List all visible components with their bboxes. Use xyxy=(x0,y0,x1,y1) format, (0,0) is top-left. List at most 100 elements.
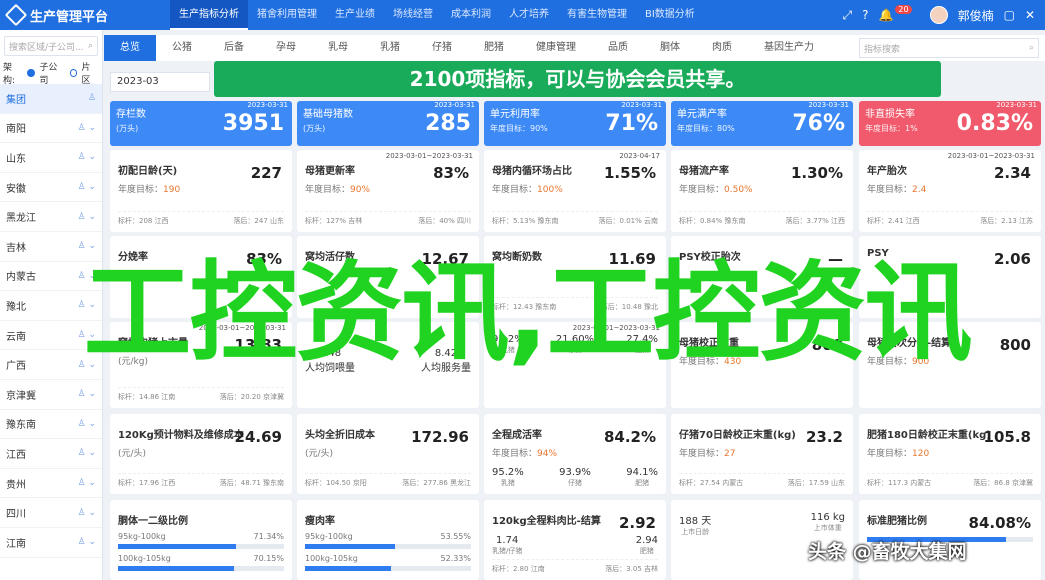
user-chevron-icon[interactable]: ♙ ⌄ xyxy=(78,212,96,222)
user-chevron-icon[interactable]: ♙ ⌄ xyxy=(78,537,96,547)
expand-icon[interactable]: ⤢ xyxy=(842,8,852,23)
lagging-text: 落后：3.77% 江西 xyxy=(785,217,845,225)
kpi-card[interactable]: 2023-03-31 基础母猪数 (万头) 285 xyxy=(297,101,479,146)
user-name[interactable]: 郭俊楠 xyxy=(958,7,994,24)
radio-region[interactable] xyxy=(69,69,78,77)
avatar[interactable] xyxy=(929,6,948,24)
indicator-card[interactable]: 2023-03-01~2023-03-31 母猪更新率 83% 年度目标：90% 标杆：… xyxy=(297,150,479,232)
bell-icon[interactable]: 🔔 xyxy=(878,8,893,22)
user-chevron-icon[interactable]: ♙ ⌄ xyxy=(78,478,96,488)
nav-item-performance[interactable]: 生产业绩 xyxy=(326,0,384,30)
user-chevron-icon[interactable]: ♙ ⌄ xyxy=(78,389,96,399)
card-value: 172.96 xyxy=(411,428,469,446)
tab-item[interactable]: 健康管理 xyxy=(520,35,592,61)
user-chevron-icon[interactable]: ♙ ⌄ xyxy=(78,508,96,518)
sidebar-item[interactable]: 黑龙江 ♙ ⌄ xyxy=(0,202,102,232)
sidebar-item-label: 四川 xyxy=(6,509,26,521)
tab-item[interactable]: 基因生产力 xyxy=(748,35,830,61)
date-picker[interactable]: 2023-03 xyxy=(110,72,210,92)
indicator-card[interactable]: 分娩率 83% xyxy=(110,236,292,318)
user-chevron-icon[interactable]: ♙ ⌄ xyxy=(78,330,96,340)
sidebar-item[interactable]: 京津冀 ♙ ⌄ xyxy=(0,380,102,410)
kpi-card[interactable]: 2023-03-31 单元利用率 年度目标：90% 71% xyxy=(484,101,666,146)
user-chevron-icon[interactable]: ♙ ⌄ xyxy=(78,182,96,192)
sidebar-item[interactable]: 豫北 ♙ ⌄ xyxy=(0,291,102,321)
sidebar-item-label: 吉林 xyxy=(6,242,26,254)
user-chevron-icon[interactable]: ♙ ⌄ xyxy=(78,300,96,310)
indicator-card[interactable]: 母猪校正末重 800 年度目标：430 xyxy=(671,322,853,408)
indicator-card[interactable]: 母猪胎次分布-结算 800 年度目标：900 xyxy=(859,322,1041,408)
sidebar-item[interactable]: 四川 ♙ ⌄ xyxy=(0,498,102,528)
nav-item-bi[interactable]: BI数据分析 xyxy=(636,0,704,30)
kpi-card[interactable]: 2023-03-31 单元满产率 年度目标：80% 76% xyxy=(671,101,853,146)
indicator-card[interactable]: 8.48 人均饲喂量 8.42 人均服务量 xyxy=(297,322,479,408)
tab-item[interactable]: 仔猪 xyxy=(416,35,468,61)
indicator-card[interactable]: 胴体一二级比例 95kg-100kg 71.34% 100kg-105kg 70.15% xyxy=(110,500,292,580)
sidebar-item[interactable]: 吉林 ♙ ⌄ xyxy=(0,232,102,262)
kpi-card[interactable]: 2023-03-31 存栏数 (万头) 3951 xyxy=(110,101,292,146)
indicator-card[interactable]: 母猪流产率 1.30% 年度目标：0.50% 标杆：0.84% 豫东南 落后：3.77%… xyxy=(671,150,853,232)
sidebar-item[interactable]: 南阳 ♙ ⌄ xyxy=(0,114,102,144)
user-chevron-icon[interactable]: ♙ ⌄ xyxy=(78,448,96,458)
user-chevron-icon[interactable]: ♙ ⌄ xyxy=(78,419,96,429)
indicator-card[interactable]: PSY校正胎次 — xyxy=(671,236,853,318)
window-icon[interactable]: ▢ xyxy=(1004,8,1015,22)
app-brand[interactable]: 生产管理平台 xyxy=(0,3,170,27)
sidebar-item[interactable]: 江南 ♙ ⌄ xyxy=(0,528,102,558)
nav-item-barn[interactable]: 猪舍利用管理 xyxy=(248,0,326,30)
indicator-card[interactable]: 仔猪70日龄校正末重(kg) 23.2 年度目标：27 标杆：27.54 内蒙古 落后：… xyxy=(671,414,853,494)
indicator-card[interactable]: 窝均断奶数 11.69 标杆：12.43 豫东南 落后：10.48 豫北 xyxy=(484,236,666,318)
tab-item[interactable]: 总览 xyxy=(104,35,156,61)
nav-item-cost[interactable]: 成本利润 xyxy=(442,0,500,30)
indicator-card[interactable]: 窝均活仔数 12.67 xyxy=(297,236,479,318)
indicator-card[interactable]: 初配日龄(天) 227 年度目标：190 标杆：208 江西 落后：247 山东 xyxy=(110,150,292,232)
tab-item[interactable]: 公猪 xyxy=(156,35,208,61)
sidebar-item[interactable]: 云南 ♙ ⌄ xyxy=(0,321,102,351)
sidebar-item[interactable]: 安徽 ♙ ⌄ xyxy=(0,173,102,203)
close-icon[interactable]: ✕ xyxy=(1025,8,1035,22)
help-icon[interactable]: ? xyxy=(862,8,868,22)
tab-item[interactable]: 乳母 xyxy=(312,35,364,61)
indicator-card[interactable]: 2023-04-17 母猪内循环场占比 1.55% 年度目标：100% 标杆：5.13%… xyxy=(484,150,666,232)
sidebar-item[interactable]: 山东 ♙ ⌄ xyxy=(0,143,102,173)
tab-item[interactable]: 品质 xyxy=(592,35,644,61)
indicator-card[interactable]: 2023-03-01~2023-03-31 年产胎次 2.34 年度目标：2.4 标杆：… xyxy=(859,150,1041,232)
indicator-card[interactable]: 肥猪180日龄校正末重(kg) 105.8 年度目标：120 标杆：117.3 内蒙古… xyxy=(859,414,1041,494)
tab-item[interactable]: 肥猪 xyxy=(468,35,520,61)
nav-item-pest[interactable]: 有害生物管理 xyxy=(558,0,636,30)
user-chevron-icon[interactable]: ♙ xyxy=(88,93,96,103)
user-chevron-icon[interactable]: ♙ ⌄ xyxy=(78,152,96,162)
nav-item-talent[interactable]: 人才培养 xyxy=(500,0,558,30)
sidebar-search-input[interactable]: 搜索区域/子公司... ⌕ xyxy=(4,36,98,56)
indicator-card[interactable]: 2023-03-01~2023-03-31 窝均肉猪上市量 (元/kg) 13.83 标… xyxy=(110,322,292,408)
user-chevron-icon[interactable]: ♙ ⌄ xyxy=(78,360,96,370)
indicator-card[interactable]: 头均全折旧成本 (元/头) 172.96 标杆：104.50 京阳 落后：277.86 … xyxy=(297,414,479,494)
sidebar-item[interactable]: 广西 ♙ ⌄ xyxy=(0,350,102,380)
indicator-search-input[interactable]: 指标搜索 ⌕ xyxy=(859,38,1039,58)
tab-item[interactable]: 肉质 xyxy=(696,35,748,61)
sidebar-item[interactable]: 豫东南 ♙ ⌄ xyxy=(0,410,102,440)
radio-subsidiary[interactable] xyxy=(27,69,36,77)
sidebar-item[interactable]: 贵州 ♙ ⌄ xyxy=(0,469,102,499)
indicator-card[interactable]: 2023-03-01~2023-03-31 92.2% 乳猪 21.60% 仔猪 27.4… xyxy=(484,322,666,408)
indicator-card[interactable]: 120kg全程料肉比-结算 2.92 1.74 乳猪/仔猪 2.94 肥猪 标杆：2.80 … xyxy=(484,500,666,580)
tab-item[interactable]: 孕母 xyxy=(260,35,312,61)
user-chevron-icon[interactable]: ♙ ⌄ xyxy=(78,271,96,281)
indicator-card[interactable]: 全程成活率 84.2% 年度目标：94% 95.2% 乳猪 93.9% 仔猪 94.1% 肥猪 xyxy=(484,414,666,494)
indicator-card[interactable]: PSY 2.06 xyxy=(859,236,1041,318)
nav-item-indicators[interactable]: 生产指标分析 xyxy=(170,0,248,30)
metric-label: 乳猪 xyxy=(500,479,515,487)
indicator-card[interactable]: 瘦肉率 95kg-100kg 53.55% 100kg-105kg 52.33% xyxy=(297,500,479,580)
tab-item[interactable]: 乳猪 xyxy=(364,35,416,61)
metric-label: 肥猪 xyxy=(635,346,650,354)
nav-item-operation[interactable]: 场线经营 xyxy=(384,0,442,30)
sidebar-item[interactable]: 集团 ♙ xyxy=(0,84,102,114)
tab-item[interactable]: 后备 xyxy=(208,35,260,61)
sidebar-item[interactable]: 江西 ♙ ⌄ xyxy=(0,439,102,469)
user-chevron-icon[interactable]: ♙ ⌄ xyxy=(78,123,96,133)
indicator-card[interactable]: 120Kg预计物料及维修成本 (元/头) 24.69 标杆：17.96 江西 落后：48… xyxy=(110,414,292,494)
user-chevron-icon[interactable]: ♙ ⌄ xyxy=(78,241,96,251)
sidebar-item[interactable]: 内蒙古 ♙ ⌄ xyxy=(0,262,102,292)
kpi-card[interactable]: 2023-03-31 非直损失率 年度目标：1% 0.83% xyxy=(859,101,1041,146)
tab-item[interactable]: 胴体 xyxy=(644,35,696,61)
